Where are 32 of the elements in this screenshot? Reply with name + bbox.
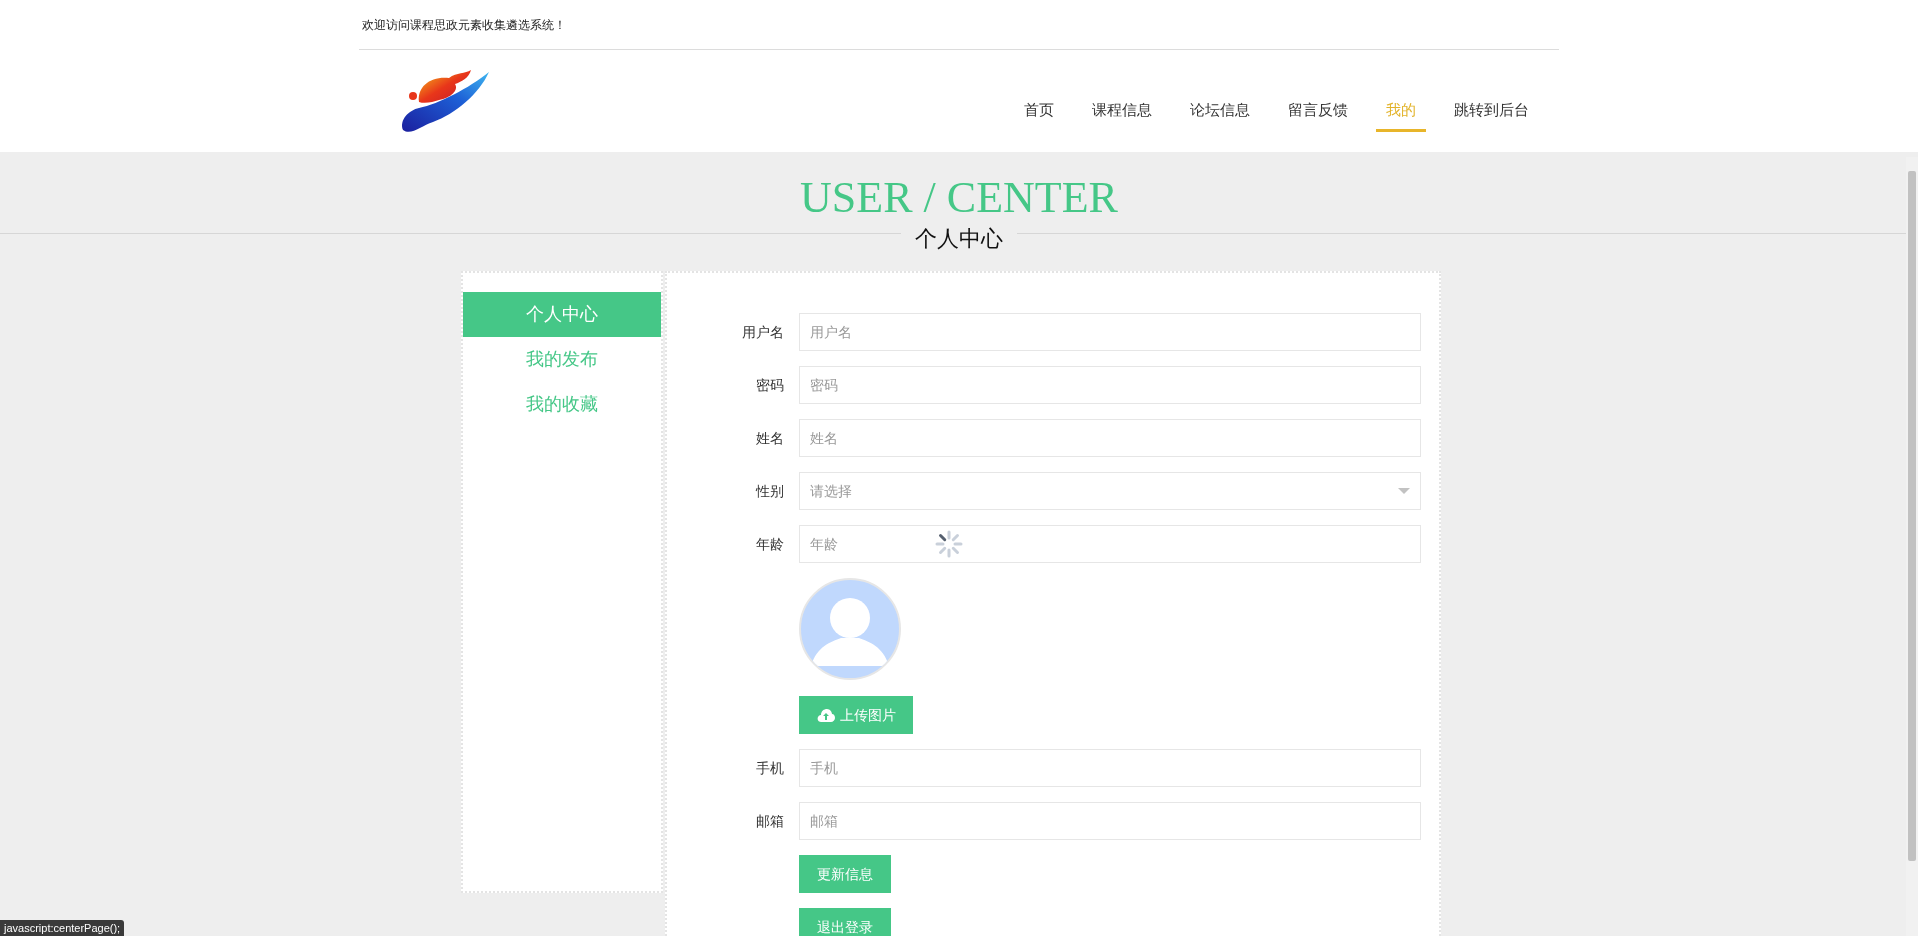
field-label: 手机 bbox=[756, 760, 784, 776]
welcome-text: 欢迎访问课程思政元素收集遴选系统！ bbox=[362, 16, 566, 34]
text-input[interactable]: 密码 bbox=[799, 366, 1421, 404]
form-button[interactable]: 退出登录 bbox=[799, 908, 891, 936]
nav-link[interactable]: 留言反馈 bbox=[1278, 92, 1358, 132]
sidebar-item[interactable]: 我的收藏 bbox=[463, 382, 661, 427]
status-bar-tooltip: javascript:centerPage(); bbox=[0, 920, 125, 936]
nav-link[interactable]: 论坛信息 bbox=[1180, 92, 1260, 132]
text-input[interactable]: 手机 bbox=[799, 749, 1421, 787]
field-label: 年龄 bbox=[756, 536, 784, 552]
field-label: 用户名 bbox=[742, 324, 784, 340]
text-input[interactable]: 年龄 bbox=[799, 525, 1421, 563]
nav-link[interactable]: 课程信息 bbox=[1082, 92, 1162, 132]
nav-link[interactable]: 首页 bbox=[1014, 92, 1064, 132]
field-label: 邮箱 bbox=[756, 813, 784, 829]
sidebar-item[interactable]: 我的发布 bbox=[463, 337, 661, 382]
text-input[interactable]: 用户名 bbox=[799, 313, 1421, 351]
sidebar-item[interactable]: 个人中心 bbox=[463, 292, 661, 337]
nav-link[interactable]: 跳转到后台 bbox=[1444, 92, 1539, 132]
dropdown-caret-icon bbox=[1398, 488, 1410, 494]
nav-link[interactable]: 我的 bbox=[1376, 92, 1426, 132]
field-label: 姓名 bbox=[756, 430, 784, 446]
field-label: 性别 bbox=[756, 483, 784, 499]
field-label: 密码 bbox=[756, 377, 784, 393]
page-title: USER / CENTER bbox=[800, 174, 1118, 222]
select-field[interactable]: 请选择 bbox=[799, 472, 1421, 510]
text-input[interactable]: 邮箱 bbox=[799, 802, 1421, 840]
form-button[interactable]: 更新信息 bbox=[799, 855, 891, 893]
upload-image-button[interactable]: 上传图片 bbox=[799, 696, 913, 734]
select-placeholder: 请选择 bbox=[810, 481, 852, 501]
text-input[interactable]: 姓名 bbox=[799, 419, 1421, 457]
cloud-upload-icon bbox=[816, 708, 835, 722]
